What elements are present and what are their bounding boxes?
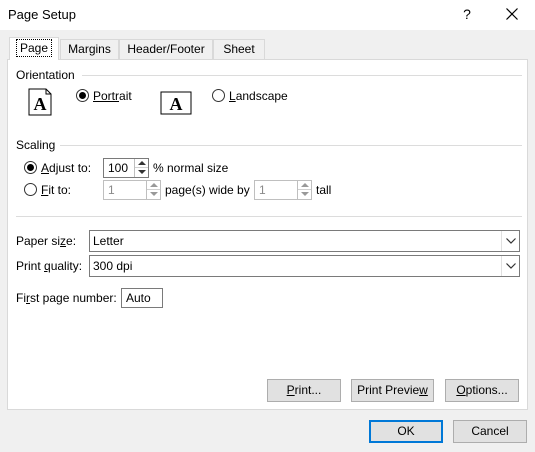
options-button-mnemonic: O: [456, 383, 466, 397]
cancel-button[interactable]: Cancel: [453, 420, 527, 443]
landscape-page-icon: A: [160, 91, 192, 115]
first-page-number-label: First page number:: [16, 291, 117, 305]
paper-size-value: Letter: [93, 234, 124, 248]
print-quality-label-post: uality:: [50, 259, 83, 273]
options-button-rest: ptions...: [465, 383, 508, 397]
title-bar: Page Setup ?: [0, 0, 535, 30]
print-quality-label: Print quality:: [16, 259, 82, 273]
tab-header-footer[interactable]: Header/Footer: [119, 39, 213, 59]
portrait-glyph: A: [34, 94, 47, 114]
paper-size-label-pre: Paper si: [16, 234, 61, 248]
fit-to-label-rest: it to:: [48, 183, 72, 197]
tab-sheet[interactable]: Sheet: [213, 39, 265, 59]
chevron-down-icon: [506, 238, 516, 244]
portrait-label-rest: ait: [119, 89, 132, 103]
landscape-label-mnemonic: L: [229, 89, 236, 103]
print-quality-label-mnemonic: q: [44, 259, 51, 273]
tab-margins[interactable]: Margins: [60, 39, 119, 59]
first-page-number-input[interactable]: Auto: [121, 288, 163, 308]
print-preview-mnemonic: w: [419, 383, 428, 397]
spin-up-icon[interactable]: [135, 159, 148, 168]
fit-to-label[interactable]: Fit to:: [41, 183, 71, 197]
fit-to-radio[interactable]: [24, 183, 37, 196]
spin-up-icon[interactable]: [298, 181, 311, 190]
print-quality-dropdown-button[interactable]: [501, 256, 519, 276]
close-icon: [506, 8, 518, 20]
page-tab-panel: Orientation A Portrait A Landscape Scali…: [7, 59, 528, 410]
fit-tall-value: 1: [259, 183, 266, 197]
print-quality-label-pre: Print: [16, 259, 45, 273]
landscape-label[interactable]: Landscape: [229, 89, 288, 103]
spin-down-icon[interactable]: [298, 190, 311, 199]
tab-page-label: Page: [15, 39, 53, 57]
options-button[interactable]: Options...: [445, 379, 519, 402]
adjust-to-label-mnemonic: A: [41, 161, 50, 175]
print-button-rest: rint...: [294, 383, 322, 397]
tab-margins-label: Margins: [68, 42, 111, 56]
portrait-label-mnemonic: Portr: [93, 89, 120, 103]
adjust-to-spinner[interactable]: 100: [103, 158, 149, 178]
landscape-glyph: A: [170, 94, 183, 114]
print-preview-button[interactable]: Print Preview: [351, 379, 434, 402]
tab-sheet-label: Sheet: [223, 42, 255, 56]
help-button[interactable]: ?: [458, 3, 476, 25]
adjust-to-radio[interactable]: [24, 161, 37, 174]
close-button[interactable]: [497, 2, 527, 26]
scaling-group-label: Scaling: [16, 138, 56, 152]
print-quality-select[interactable]: 300 dpi: [89, 255, 520, 277]
portrait-radio[interactable]: [76, 89, 89, 102]
adjust-to-suffix: % normal size: [153, 161, 229, 175]
portrait-label[interactable]: Portrait: [93, 89, 132, 103]
fit-tall-suffix: tall: [316, 183, 332, 197]
orientation-divider: [82, 75, 522, 76]
adjust-to-label[interactable]: Adjust to:: [41, 161, 91, 175]
tab-header-footer-label: Header/Footer: [127, 42, 205, 56]
spin-up-icon[interactable]: [147, 181, 160, 190]
print-button[interactable]: Print...: [267, 379, 341, 402]
print-preview-pre: Print Previe: [357, 383, 420, 397]
adjust-to-value: 100: [108, 161, 129, 175]
adjust-to-label-rest: djust to:: [49, 161, 92, 175]
fit-wide-suffix: page(s) wide by: [165, 183, 250, 197]
adjust-to-spin-arrows[interactable]: [134, 159, 148, 177]
fit-wide-spin-arrows[interactable]: [146, 181, 160, 199]
spin-down-icon[interactable]: [147, 190, 160, 199]
first-page-number-label-pre: Fi: [16, 291, 26, 305]
first-page-number-value: Auto: [126, 291, 151, 305]
chevron-down-icon: [506, 263, 516, 269]
paper-size-select[interactable]: Letter: [89, 230, 520, 252]
scaling-bottom-divider: [16, 216, 522, 217]
print-button-mnemonic: P: [286, 383, 295, 397]
ok-button[interactable]: OK: [369, 420, 443, 443]
fit-wide-spinner[interactable]: 1: [103, 180, 161, 200]
scaling-divider: [60, 145, 522, 146]
landscape-radio[interactable]: [212, 89, 225, 102]
page-setup-dialog: Page Setup ? Page Margins Header/Footer …: [0, 0, 535, 452]
dialog-title: Page Setup: [8, 7, 76, 22]
fit-wide-value: 1: [108, 183, 115, 197]
landscape-label-rest: andscape: [235, 89, 288, 103]
orientation-group-label: Orientation: [16, 68, 75, 82]
paper-size-label-post: e:: [66, 234, 77, 248]
portrait-page-icon: A: [28, 88, 52, 116]
spin-down-icon[interactable]: [135, 168, 148, 177]
paper-size-label: Paper size:: [16, 234, 76, 248]
fit-tall-spinner[interactable]: 1: [254, 180, 312, 200]
fit-tall-spin-arrows[interactable]: [297, 181, 311, 199]
tab-page[interactable]: Page: [9, 37, 59, 60]
first-page-number-label-post: st page number:: [30, 291, 117, 305]
paper-size-dropdown-button[interactable]: [501, 231, 519, 251]
print-quality-value: 300 dpi: [93, 259, 133, 273]
